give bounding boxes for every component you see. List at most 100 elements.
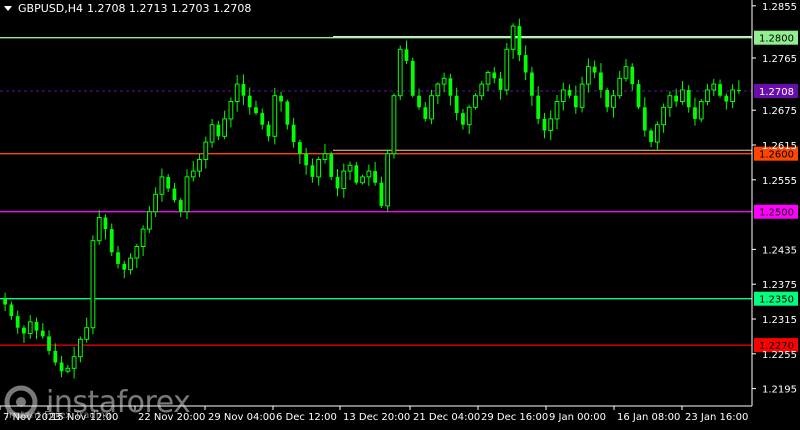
candle-body — [599, 72, 603, 90]
candle-body — [172, 188, 177, 201]
watermark-subtext: Instant Forex Trading — [6, 410, 112, 421]
candle-body — [335, 176, 340, 189]
candle-body — [285, 101, 290, 125]
candle-body — [379, 182, 384, 206]
price-tick-label: 1.2855 — [762, 2, 797, 13]
symbol-timeframe: GBPUSD,H4 — [18, 2, 83, 15]
candle-body — [59, 362, 64, 372]
candle-body — [585, 66, 591, 85]
candle-body — [159, 176, 165, 195]
candle-body — [166, 176, 171, 189]
candle-body — [630, 66, 635, 85]
ohlc-values: 1.2708 1.2713 1.2703 1.2708 — [86, 2, 252, 15]
candle-body — [523, 55, 528, 73]
candle-body — [354, 165, 359, 183]
candle-body — [190, 170, 196, 178]
candle-body — [366, 170, 372, 178]
candle-body — [636, 84, 641, 108]
candle-body — [260, 113, 265, 125]
candle-body — [272, 95, 278, 137]
candle-body — [730, 89, 735, 103]
candle-body — [304, 153, 309, 166]
candle-body — [435, 83, 441, 97]
candle-body — [504, 48, 510, 91]
candle-body — [736, 89, 741, 92]
price-tick-label: 1.2765 — [762, 54, 797, 65]
candle-body — [423, 107, 428, 119]
price-tick-label: 1.2555 — [762, 176, 797, 187]
candle-body — [203, 141, 209, 161]
candle-body — [103, 217, 108, 230]
candle-body — [724, 95, 729, 102]
level-label: 1.2350 — [759, 295, 794, 306]
current-price-label: 1.2708 — [759, 87, 794, 98]
candle-body — [698, 101, 704, 120]
candle-body — [466, 106, 472, 126]
candle-body — [291, 124, 296, 143]
price-tick-label: 1.2675 — [762, 106, 797, 117]
candle-body — [122, 263, 127, 270]
candle-body — [140, 228, 146, 248]
candle-body — [510, 25, 516, 50]
candle-body — [461, 113, 465, 125]
candle-body — [216, 124, 221, 137]
candle-body — [34, 321, 39, 331]
price-tick-label: 1.2375 — [762, 280, 797, 291]
candle-body — [316, 159, 322, 178]
candle-body — [266, 124, 271, 137]
time-tick-label: 13 Dec 20:00 — [343, 412, 410, 423]
collapse-arrow-icon[interactable] — [4, 6, 12, 11]
candle-body — [397, 48, 403, 97]
time-tick-label: 16 Jan 08:00 — [617, 412, 680, 423]
candle-body — [473, 95, 478, 108]
candle-body — [592, 66, 597, 73]
candle-body — [209, 124, 215, 143]
candle-body — [517, 26, 522, 56]
level-label: 1.2500 — [759, 208, 794, 219]
price-tick-label: 1.2195 — [762, 385, 797, 396]
candle-body — [654, 124, 660, 143]
candle-body — [96, 217, 102, 242]
candle-body — [153, 193, 159, 213]
candle-body — [441, 77, 447, 85]
candle-body — [498, 78, 503, 90]
candle-body — [554, 101, 560, 120]
candle-body — [65, 367, 71, 372]
candle-body — [329, 153, 334, 177]
candle-body — [560, 89, 566, 103]
candle-body — [693, 107, 697, 119]
candle-body — [454, 95, 459, 114]
candle-body — [680, 89, 685, 103]
candle-body — [567, 89, 572, 96]
candle-body — [341, 170, 347, 190]
time-tick-label: 9 Jan 00:00 — [549, 412, 606, 423]
chart-canvas: 1.2800 1.2600 1.2500 1.2350 1.2270 1.2708 1.2… — [0, 0, 800, 426]
candle-body — [47, 336, 51, 351]
candle-body — [254, 107, 258, 114]
candle-body — [429, 95, 434, 120]
candle-body — [134, 246, 140, 259]
candle-body — [78, 338, 83, 358]
candle-body — [674, 95, 679, 102]
candle-body — [184, 176, 190, 213]
candle-body — [642, 107, 647, 131]
candle-body — [15, 316, 20, 328]
candle-body — [661, 106, 666, 126]
candle-body — [84, 327, 90, 340]
candle-body — [310, 165, 315, 177]
time-tick-label: 29 Nov 04:00 — [208, 412, 275, 423]
candle-body — [298, 142, 302, 154]
candle-body — [573, 95, 578, 108]
candle-body — [90, 240, 96, 329]
candle-body — [617, 77, 623, 97]
candle-body — [360, 176, 365, 184]
time-tick-label: 6 Dec 12:00 — [276, 412, 337, 423]
candle-body — [479, 83, 485, 97]
candle-body — [3, 298, 8, 305]
candle-body — [279, 95, 283, 102]
time-tick-label: 21 Dec 04:00 — [413, 412, 480, 423]
candle-body — [705, 89, 710, 103]
level-label: 1.2800 — [759, 34, 794, 45]
price-tick-label: 1.2615 — [762, 141, 797, 152]
candle-body — [22, 327, 26, 334]
